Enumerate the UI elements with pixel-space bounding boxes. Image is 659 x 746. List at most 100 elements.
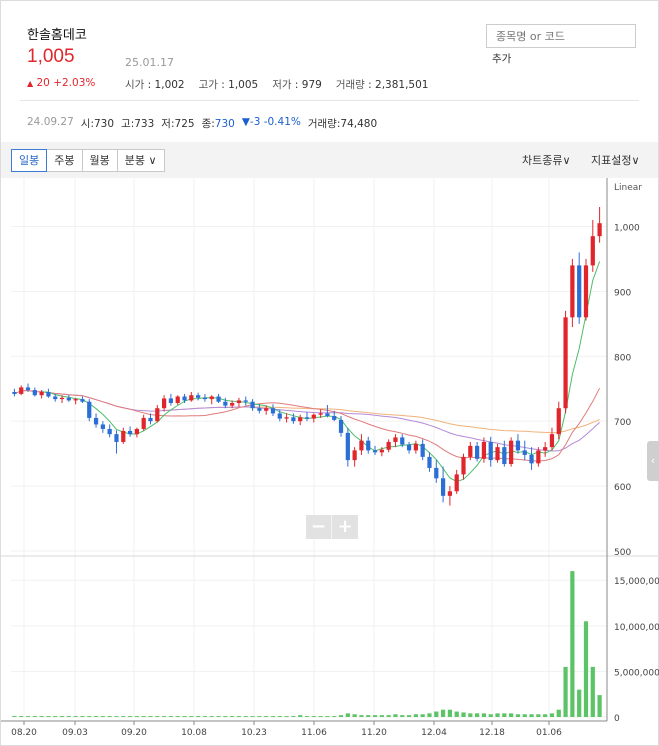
- volume-bar: [338, 715, 344, 717]
- volume-bar: [447, 709, 453, 717]
- candle-body: [12, 391, 17, 394]
- candle-body: [182, 396, 187, 401]
- candle-body: [236, 400, 242, 404]
- candle-body: [556, 408, 561, 435]
- chart-type-dropdown[interactable]: 차트종류∨: [522, 152, 571, 168]
- price-tick-label: 700: [614, 418, 631, 428]
- current-price: 1,005: [27, 46, 75, 67]
- candle-body: [522, 450, 527, 455]
- candle-body: [216, 396, 221, 402]
- volume-bar: [12, 716, 17, 717]
- candle-body: [325, 413, 330, 416]
- candle-body: [406, 444, 412, 451]
- candle-body: [148, 417, 153, 422]
- candle-body: [298, 417, 303, 422]
- candle-body: [597, 223, 602, 237]
- candle-body: [264, 408, 269, 411]
- candle-body: [93, 417, 99, 425]
- candle-body: [352, 450, 357, 461]
- tab-daily[interactable]: 일봉: [11, 149, 48, 172]
- volume-bar: [32, 716, 37, 717]
- candle-body: [338, 419, 344, 433]
- time-tick-label: 10.08: [181, 728, 207, 738]
- candle-body: [250, 401, 255, 409]
- volume-bar: [563, 666, 568, 717]
- candle-body: [257, 408, 262, 411]
- candle-body: [284, 417, 289, 419]
- volume-bar: [182, 716, 187, 717]
- tab-weekly[interactable]: 주봉: [46, 149, 83, 172]
- volume-bar: [39, 716, 44, 717]
- candle-body: [475, 445, 480, 459]
- volume-bar: [420, 714, 425, 717]
- price-tick-label: 800: [614, 353, 631, 363]
- stat-item: 거래량 : 2,381,501: [335, 79, 429, 91]
- volume-bar: [291, 716, 296, 717]
- tab-minute[interactable]: 분봉 ∨: [116, 149, 165, 172]
- volume-bar: [270, 716, 276, 717]
- scale-label: Linear: [614, 183, 642, 193]
- price-tick-label: 600: [614, 483, 631, 493]
- candle-body: [141, 417, 146, 429]
- volume-bar: [468, 713, 473, 717]
- volume-bar: [59, 716, 65, 717]
- zoom-out-button[interactable]: −: [306, 515, 332, 539]
- candle-body: [461, 456, 466, 475]
- volume-bar: [216, 716, 221, 717]
- time-tick-label: 11.20: [361, 728, 387, 738]
- candle-body: [563, 317, 568, 409]
- volume-bar: [522, 714, 527, 717]
- candle-body: [440, 478, 446, 496]
- volume-bar: [175, 716, 180, 717]
- candle-body: [46, 391, 51, 397]
- candle-body: [196, 395, 201, 398]
- volume-bar: [366, 715, 371, 717]
- time-tick-label: 12.18: [479, 728, 505, 738]
- divider: [20, 100, 639, 101]
- volume-bar: [264, 716, 269, 717]
- volume-bar: [590, 666, 595, 717]
- candle-body: [481, 441, 487, 459]
- volume-bar: [284, 716, 289, 717]
- daily-volume: 거래량:74,480: [307, 118, 378, 130]
- volume-bar: [223, 716, 228, 717]
- volume-bar: [536, 714, 541, 717]
- volume-bar: [386, 715, 391, 717]
- volume-bar: [406, 715, 412, 717]
- search-input[interactable]: [486, 24, 636, 48]
- volume-bar: [379, 715, 384, 717]
- volume-tick-label: 5,000,000: [614, 668, 659, 678]
- stat-item: 저가 : 979: [272, 79, 322, 91]
- volume-bar: [543, 714, 548, 717]
- candle-body: [189, 395, 194, 401]
- zoom-in-button[interactable]: +: [332, 515, 358, 539]
- stock-chart[interactable]: Linear 1,000 900 800 700 600 500 15,000,000 10,0…: [0, 178, 659, 746]
- price-tick-label: 900: [614, 288, 631, 298]
- volume-tick-label: 0: [614, 714, 620, 724]
- indicator-settings-dropdown[interactable]: 지표설정∨: [591, 152, 640, 168]
- candle-body: [549, 434, 555, 448]
- price-tick-label: 1,000: [614, 223, 640, 233]
- candle-body: [372, 450, 378, 453]
- candle-body: [454, 474, 459, 492]
- volume-bar: [481, 713, 487, 717]
- side-panel-toggle[interactable]: ‹: [647, 441, 659, 481]
- candle-body: [468, 445, 473, 457]
- volume-bar: [80, 716, 85, 717]
- add-button[interactable]: 추가: [492, 51, 511, 66]
- candle-body: [121, 430, 126, 442]
- volume-bar: [597, 695, 602, 717]
- tab-monthly[interactable]: 월봉: [81, 149, 118, 172]
- volume-bar: [250, 716, 255, 717]
- candle-body: [270, 408, 276, 414]
- volume-bar: [141, 716, 146, 717]
- candle-body: [87, 401, 92, 418]
- volume-bar: [413, 714, 418, 717]
- volume-bar: [311, 716, 316, 717]
- candle-body: [59, 397, 65, 400]
- up-arrow-icon: ▲: [27, 79, 34, 88]
- candle-body: [332, 415, 337, 420]
- candle-body: [366, 440, 371, 451]
- candle-body: [39, 391, 44, 396]
- candle-body: [420, 443, 425, 457]
